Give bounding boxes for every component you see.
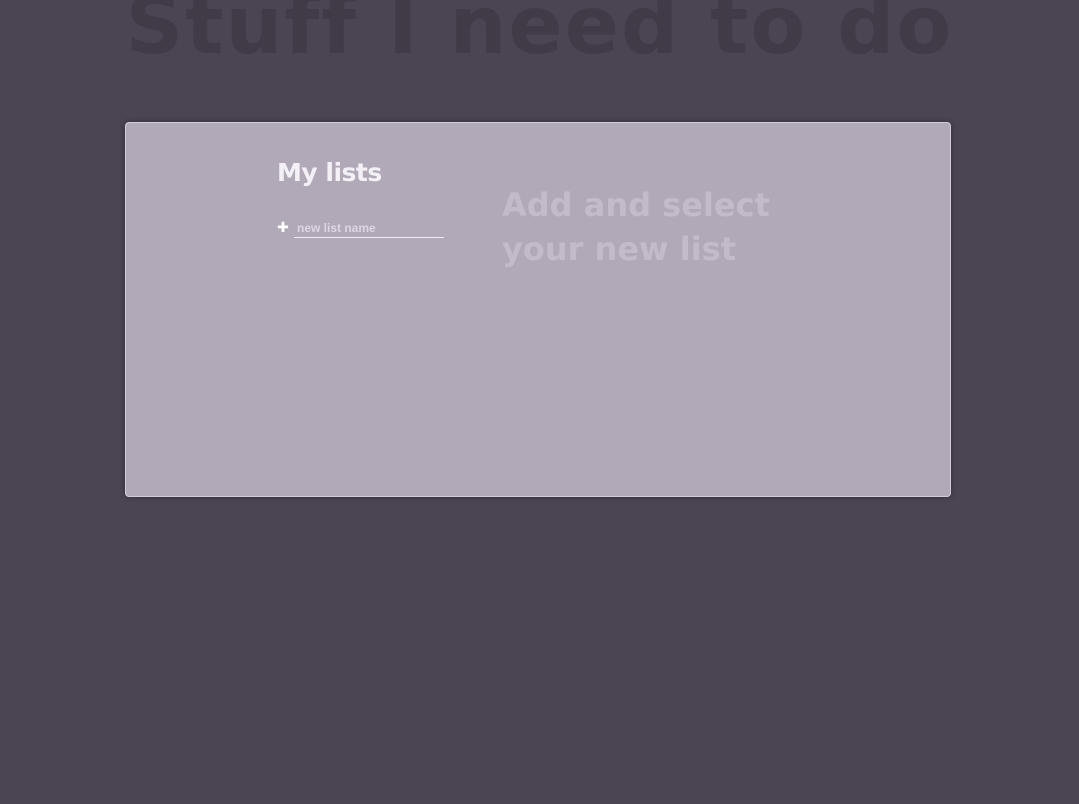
page: Stuff I need to do My lists ✚ Add and se… (0, 0, 1079, 804)
new-list-form: ✚ (277, 218, 447, 238)
new-list-name-input[interactable] (294, 218, 444, 238)
plus-icon[interactable]: ✚ (277, 221, 289, 235)
empty-state-message: Add and select your new list (502, 186, 770, 268)
todo-panel: My lists ✚ Add and select your new list (125, 122, 951, 497)
lists-sidebar: My lists ✚ (277, 158, 447, 238)
lists-heading: My lists (277, 158, 382, 187)
app-title: Stuff I need to do (125, 0, 954, 72)
